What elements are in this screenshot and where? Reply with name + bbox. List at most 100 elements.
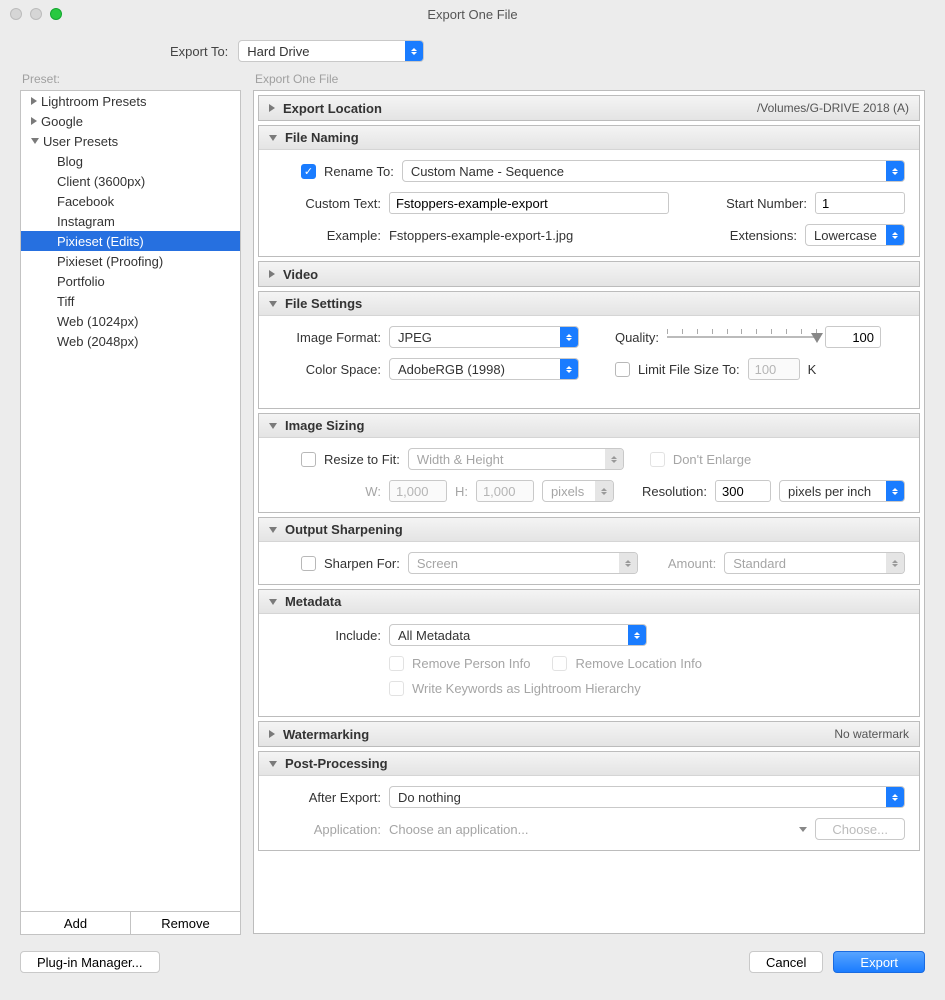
remove-preset-button[interactable]: Remove [130,912,240,934]
w-input [389,480,447,502]
resize-checkbox[interactable] [301,452,316,467]
remove-location-label: Remove Location Info [575,656,701,671]
dont-enlarge-checkbox [650,452,665,467]
add-preset-button[interactable]: Add [21,912,130,934]
preset-item[interactable]: Pixieset (Proofing) [21,251,240,271]
color-space-select[interactable]: AdobeRGB (1998) [389,358,579,380]
include-label: Include: [273,628,381,643]
preset-item[interactable]: Instagram [21,211,240,231]
w-label: W: [273,484,381,499]
resolution-input[interactable] [715,480,771,502]
extensions-label: Extensions: [730,228,797,243]
choose-button: Choose... [815,818,905,840]
panel-watermarking: Watermarking No watermark [258,721,920,747]
quality-slider[interactable] [667,327,817,347]
export-to-select[interactable]: Hard Drive [238,40,424,62]
updown-arrow-icon [628,625,646,645]
preset-group-google[interactable]: Google [21,111,240,131]
panel-export-location: Export Location /Volumes/G-DRIVE 2018 (A… [258,95,920,121]
amount-label: Amount: [668,556,716,571]
plugin-manager-button[interactable]: Plug-in Manager... [20,951,160,973]
panel-header-metadata[interactable]: Metadata [259,590,919,614]
panel-image-sizing: Image Sizing Resize to Fit: Width & Heig… [258,413,920,513]
panel-header-file-naming[interactable]: File Naming [259,126,919,150]
preset-group-user[interactable]: User Presets [21,131,240,151]
preset-list[interactable]: Lightroom Presets Google User Presets Bl… [20,90,241,912]
rename-to-label: Rename To: [324,164,394,179]
size-unit-select: pixels [542,480,614,502]
panel-header-post-processing[interactable]: Post-Processing [259,752,919,776]
export-button[interactable]: Export [833,951,925,973]
preset-label: Preset: [20,72,241,86]
updown-arrow-icon [886,787,904,807]
application-label: Application: [273,822,381,837]
chevron-right-icon [31,117,37,125]
preset-item[interactable]: Tiff [21,291,240,311]
chevron-down-icon [269,527,277,533]
after-export-label: After Export: [273,790,381,805]
preset-item[interactable]: Portfolio [21,271,240,291]
preset-group-lightroom[interactable]: Lightroom Presets [21,91,240,111]
chevron-right-icon [269,270,275,278]
panel-header-watermarking[interactable]: Watermarking No watermark [259,722,919,746]
resolution-label: Resolution: [642,484,707,499]
remove-person-checkbox [389,656,404,671]
panel-header-file-settings[interactable]: File Settings [259,292,919,316]
chevron-down-icon [269,761,277,767]
chevron-down-icon[interactable] [799,827,807,832]
panel-output-sharpening: Output Sharpening Sharpen For: Screen Am… [258,517,920,585]
preset-item[interactable]: Web (1024px) [21,311,240,331]
chevron-right-icon [269,104,275,112]
chevron-down-icon [269,599,277,605]
write-keywords-label: Write Keywords as Lightroom Hierarchy [412,681,641,696]
panel-header-output-sharpening[interactable]: Output Sharpening [259,518,919,542]
chevron-down-icon [269,423,277,429]
updown-arrow-icon [886,225,904,245]
updown-arrow-icon [886,161,904,181]
preset-item[interactable]: Facebook [21,191,240,211]
sharpen-checkbox[interactable] [301,556,316,571]
preset-item[interactable]: Client (3600px) [21,171,240,191]
panel-header-video[interactable]: Video [259,262,919,286]
quality-label: Quality: [615,330,659,345]
cancel-button[interactable]: Cancel [749,951,823,973]
custom-text-label: Custom Text: [273,196,381,211]
limit-filesize-checkbox[interactable] [615,362,630,377]
panel-header-image-sizing[interactable]: Image Sizing [259,414,919,438]
updown-arrow-icon [405,41,423,61]
include-select[interactable]: All Metadata [389,624,647,646]
after-export-select[interactable]: Do nothing [389,786,905,808]
custom-text-input[interactable] [389,192,669,214]
image-format-select[interactable]: JPEG [389,326,579,348]
export-to-label: Export To: [170,44,228,59]
rename-to-select[interactable]: Custom Name - Sequence [402,160,905,182]
updown-arrow-icon [886,553,904,573]
resize-label: Resize to Fit: [324,452,400,467]
chevron-right-icon [31,97,37,105]
sharpen-label: Sharpen For: [324,556,400,571]
limit-filesize-label: Limit File Size To: [638,362,740,377]
quality-input[interactable] [825,326,881,348]
write-keywords-checkbox [389,681,404,696]
application-value: Choose an application... [389,822,528,837]
updown-arrow-icon [886,481,904,501]
updown-arrow-icon [605,449,623,469]
remove-person-label: Remove Person Info [412,656,531,671]
limit-filesize-input [748,358,800,380]
panel-header-export-location[interactable]: Export Location /Volumes/G-DRIVE 2018 (A… [259,96,919,120]
preset-item-selected[interactable]: Pixieset (Edits) [21,231,240,251]
chevron-down-icon [31,138,39,144]
image-format-label: Image Format: [273,330,381,345]
panel-post-processing: Post-Processing After Export: Do nothing… [258,751,920,851]
updown-arrow-icon [619,553,637,573]
window-title: Export One File [0,7,945,22]
preset-item[interactable]: Blog [21,151,240,171]
resolution-unit-select[interactable]: pixels per inch [779,480,905,502]
start-number-input[interactable] [815,192,905,214]
extensions-select[interactable]: Lowercase [805,224,905,246]
rename-to-checkbox[interactable] [301,164,316,179]
right-title: Export One File [253,72,925,86]
preset-item[interactable]: Web (2048px) [21,331,240,351]
example-value: Fstoppers-example-export-1.jpg [389,228,573,243]
color-space-label: Color Space: [273,362,381,377]
